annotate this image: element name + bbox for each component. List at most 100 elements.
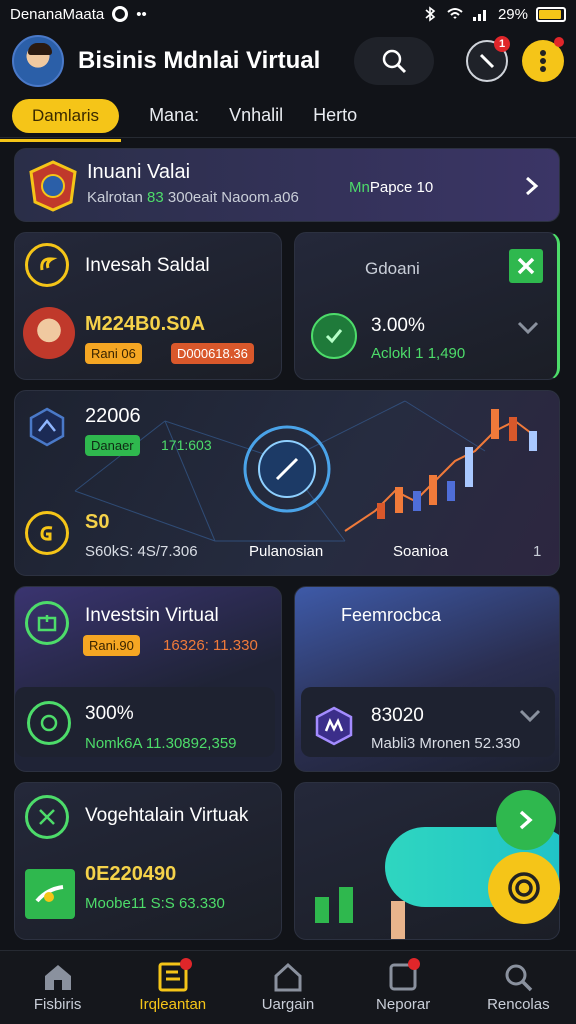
compass-icon [479, 53, 495, 69]
invest-amount: M224B0.S0A [85, 313, 206, 335]
chart-value: 22006 [85, 405, 141, 427]
status-bar: DenanaMaata •• 29% [0, 0, 576, 28]
chart-right-num: 1 [533, 543, 542, 560]
vogehtalain-card[interactable]: Vogehtalain Virtuak 0E220490 Moobe11 S:S… [14, 782, 282, 940]
banner-subtitle-prefix: Kalrotan [87, 189, 143, 206]
chart-bottom-value: S0 [85, 511, 110, 533]
nav-item-neporar[interactable]: Neporar [348, 958, 458, 1013]
invest-virtual-card[interactable]: Investsin Virtual Rani.90 16326: 11.330 … [14, 586, 282, 772]
close-button[interactable] [509, 249, 543, 283]
tab-herto[interactable]: Herto [313, 105, 357, 126]
gdoani-sub: Aclokl 1 1,490 [371, 345, 466, 362]
chevron-right-icon [526, 176, 539, 196]
nav-badge-neporar [408, 958, 421, 970]
more-button[interactable] [522, 37, 564, 82]
tab-bar: Damlaris Mana: Vnhalil Herto [0, 94, 576, 142]
app-header: Bisinis Mdnlai Virtual 1 [0, 28, 576, 94]
invest-chip-orange: Rani 06 [85, 343, 142, 364]
target-icon [508, 872, 540, 904]
next-button[interactable] [496, 790, 556, 850]
wifi-icon [447, 8, 463, 19]
nav-item-fisbiris[interactable]: Fisbiris [3, 962, 113, 1013]
compass-button[interactable]: 1 [466, 36, 510, 82]
close-icon [517, 257, 535, 275]
gdoani-title: Gdoani [365, 259, 420, 278]
invest-virtual-chip-value: 16326: 11.330 [163, 637, 258, 654]
invest-chip-red: D000618.36 [171, 343, 254, 364]
check-shield-icon [311, 313, 357, 359]
banner-right-green: Mn [349, 179, 370, 196]
banner-subtitle-green: 83 [147, 189, 164, 206]
home-icon [44, 965, 71, 990]
avatar[interactable] [12, 35, 64, 87]
chevron-down-icon [517, 321, 539, 335]
invest-virtual-title: Investsin Virtual [85, 605, 219, 626]
nav-label-fisbiris: Fisbiris [33, 996, 82, 1013]
vogelt-title: Vogehtalain Virtuak [85, 805, 249, 826]
nav-label-irqleantan: Irqleantan [139, 996, 207, 1013]
invest-virtual-sub: Nomk6A 11.30892,359 [85, 735, 237, 752]
notification-badge: 1 [494, 36, 510, 52]
record-icon [112, 6, 129, 22]
chart-card[interactable]: 22006 Danaer 171:603 S0 S60kS: 4S/7.306 … [14, 390, 560, 576]
search-nav-icon [505, 964, 533, 992]
coin-icon [25, 511, 69, 555]
signal-icon [472, 10, 486, 21]
tab-vnhalil[interactable]: Vnhalil [229, 105, 283, 126]
bottom-nav: Fisbiris Irqleantan Uargain Neporar Renc… [0, 950, 576, 1024]
nav-label-rencolas: Rencolas [487, 996, 550, 1013]
invest-icon [25, 243, 69, 287]
chart-center-label: Pulanosian [249, 543, 324, 560]
chart-chip-value: 171:603 [161, 437, 212, 453]
nav-label-uargain: Uargain [261, 996, 315, 1013]
status-battery-text: 29% [497, 5, 528, 23]
feemro-value: 83020 [371, 705, 424, 726]
search-button[interactable] [354, 37, 434, 85]
alert-dot [554, 37, 564, 47]
bluetooth-icon [425, 6, 436, 22]
nav-item-rencolas[interactable]: Rencolas [463, 962, 573, 1013]
vogelt-value: 0E220490 [85, 863, 177, 885]
nav-item-irqleantan[interactable]: Irqleantan [118, 958, 228, 1013]
tab-damlaris[interactable]: Damlaris [0, 98, 122, 142]
home-hex-icon [25, 405, 69, 449]
feemro-sub: Mabli3 Mronen 52.330 [371, 735, 521, 752]
invest-virtual-chip: Rani.90 [83, 635, 140, 656]
banner-subtitle-rest: 300eait Naoom.a06 [167, 189, 299, 206]
chart-chip-green: Danaer [85, 435, 140, 456]
feemro-title: Feemrocbca [341, 605, 442, 625]
status-dots: •• [136, 5, 147, 23]
invest-virtual-percent: 300% [85, 703, 134, 724]
nav-item-uargain[interactable]: Uargain [233, 962, 343, 1013]
banner-title: Inuani Valai [87, 161, 191, 183]
money-icon [25, 869, 75, 919]
banner-right-text: MnPapce 10 [349, 179, 433, 196]
banner-card[interactable]: Inuani Valai Kalrotan 83 300eait Naoom.a… [14, 148, 560, 222]
nav-label-neporar: Neporar [376, 996, 431, 1013]
invest-saldal-card[interactable]: Invesah Saldal M224B0.S0A Rani 06 D00061… [14, 232, 282, 380]
status-app-name: DenanaMaata [10, 5, 105, 23]
vogelt-sub: Moobe11 S:S 63.330 [85, 895, 225, 912]
briefcase-icon [25, 601, 69, 645]
banner-subtitle: Kalrotan 83 300eait Naoom.a06 [87, 189, 299, 206]
chevron-right-icon-2 [519, 810, 533, 830]
cube-icon [313, 705, 355, 747]
search-icon [382, 49, 407, 74]
fab-button[interactable] [488, 852, 560, 924]
tools-icon [25, 795, 69, 839]
nav-badge-irqleantan [179, 958, 192, 970]
house-outline-icon [274, 962, 302, 992]
emblem-icon [29, 160, 77, 212]
page-title: Bisinis Mdnlai Virtual [78, 47, 321, 74]
tab-mana[interactable]: Mana: [149, 105, 199, 126]
invest-title: Invesah Saldal [85, 255, 210, 276]
gdoani-card[interactable]: Gdoani 3.00% Aclokl 1 1,490 [294, 232, 560, 380]
profile-avatar [23, 307, 75, 359]
battery-icon [536, 6, 566, 22]
feemrocbca-card[interactable]: Feemrocbca 83020 Mabli3 Mronen 52.330 [294, 586, 560, 772]
gdoani-percent: 3.00% [371, 315, 425, 336]
chevron-down-icon-2 [519, 709, 541, 723]
more-vertical-icon [540, 50, 546, 72]
whatsapp-icon [27, 701, 71, 745]
banner-right-value: Papce 10 [369, 179, 434, 196]
